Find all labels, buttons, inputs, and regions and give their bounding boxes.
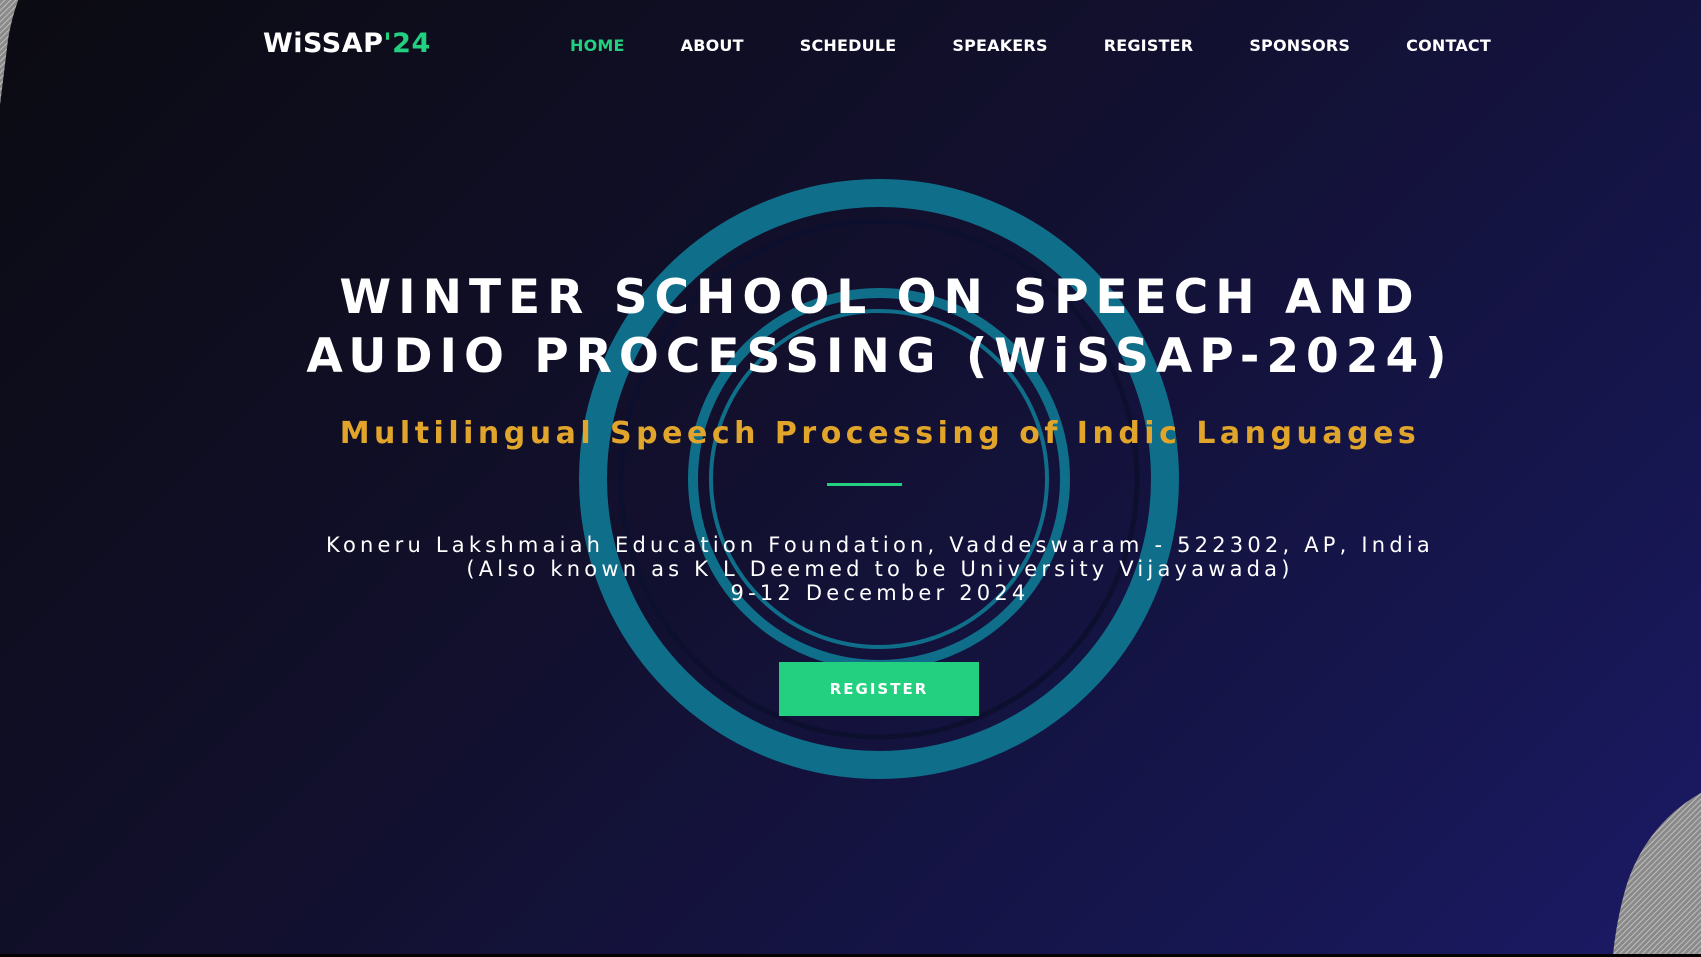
venue-info: Koneru Lakshmaiah Education Foundation, … <box>150 533 1610 605</box>
nav-item-speakers[interactable]: SPEAKERS <box>952 36 1047 55</box>
event-dates: 9-12 December 2024 <box>730 581 1030 605</box>
hero-title-line-2: AUDIO PROCESSING (WiSSAP-2024) <box>306 329 1454 384</box>
hero-title-line-1: WINTER SCHOOL ON SPEECH AND <box>339 270 1421 325</box>
nav-item-about[interactable]: ABOUT <box>681 36 744 55</box>
nav-menu: HOME ABOUT SCHEDULE SPEAKERS REGISTER SP… <box>570 36 1491 55</box>
logo-year-accent: '24 <box>383 28 431 59</box>
nav-item-contact[interactable]: CONTACT <box>1406 36 1491 55</box>
nav-item-register[interactable]: REGISTER <box>1104 36 1194 55</box>
hero-subtitle: Multilingual Speech Processing of Indic … <box>339 416 1421 451</box>
hero-title: WINTER SCHOOL ON SPEECH AND AUDIO PROCES… <box>150 268 1610 386</box>
top-navbar: WiSSAP'24 HOME ABOUT SCHEDULE SPEAKERS R… <box>0 0 1701 92</box>
venue-line-2: (Also known as K L Deemed to be Universi… <box>466 557 1294 581</box>
title-divider <box>827 483 902 486</box>
nav-item-home[interactable]: HOME <box>570 36 625 55</box>
venue-line-1: Koneru Lakshmaiah Education Foundation, … <box>326 533 1434 557</box>
logo-text: WiSSAP <box>263 28 384 59</box>
nav-item-schedule[interactable]: SCHEDULE <box>800 36 897 55</box>
hatched-corner-bottom-right-icon <box>1612 792 1701 957</box>
landing-page: WiSSAP'24 HOME ABOUT SCHEDULE SPEAKERS R… <box>0 0 1701 957</box>
register-button[interactable]: REGISTER <box>779 662 979 716</box>
nav-item-sponsors[interactable]: SPONSORS <box>1249 36 1350 55</box>
site-logo[interactable]: WiSSAP'24 <box>263 28 431 59</box>
